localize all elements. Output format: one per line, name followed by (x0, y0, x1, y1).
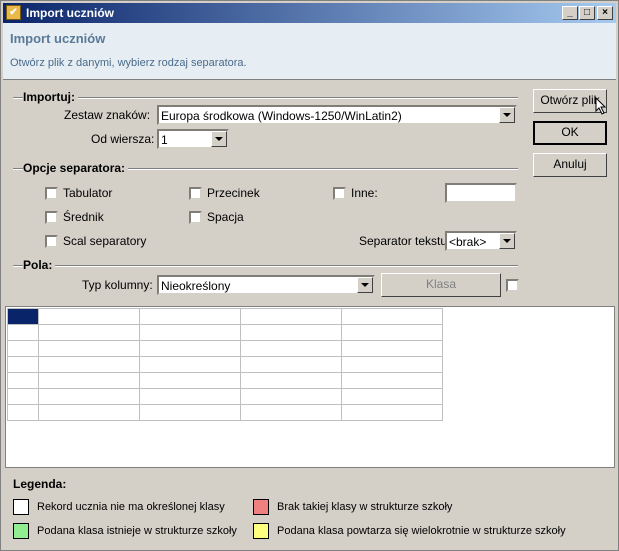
charset-label: Zestaw znaków: (64, 108, 151, 122)
legend-swatch-yellow (253, 523, 269, 539)
close-button[interactable]: × (597, 6, 613, 20)
grid-cell[interactable] (139, 356, 241, 373)
header-subtitle: Otwórz plik z danymi, wybierz rodzaj sep… (10, 57, 247, 69)
from-row-value: 1 (161, 133, 168, 147)
ok-button[interactable]: OK (533, 121, 607, 145)
separators-section-title: Opcje separatora: (23, 161, 129, 175)
grid-cell[interactable] (7, 356, 39, 373)
maximize-button[interactable]: □ (579, 6, 595, 20)
header-title: Import uczniów (10, 31, 106, 46)
column-type-select[interactable]: Nieokreślony (157, 275, 375, 295)
title-bar[interactable]: ✔ Import uczniów _ □ × (3, 3, 616, 23)
tab-label: Tabulator (63, 186, 113, 200)
grid-cell[interactable] (38, 404, 140, 421)
chevron-down-icon[interactable] (211, 131, 227, 147)
app-icon: ✔ (6, 5, 21, 20)
other-checkbox[interactable] (333, 187, 346, 200)
comma-checkbox[interactable] (189, 187, 202, 200)
tab-checkbox[interactable] (45, 187, 58, 200)
minimize-button[interactable]: _ (562, 6, 578, 20)
charset-select[interactable]: Europa środkowa (Windows-1250/WinLatin2) (157, 105, 517, 125)
class-button[interactable]: Klasa (381, 273, 501, 297)
grid-cell[interactable] (7, 372, 39, 389)
other-separator-input[interactable] (445, 183, 517, 203)
merge-separators-label: Scal separatory (63, 234, 147, 248)
grid-cell[interactable] (240, 340, 342, 357)
legend-item: Podana klasa istnieje w strukturze szkoł… (37, 525, 237, 537)
semicolon-checkbox[interactable] (45, 211, 58, 224)
window-title: Import uczniów (26, 6, 114, 20)
grid-cell[interactable] (240, 356, 342, 373)
legend-swatch-red (253, 499, 269, 515)
merge-separators-checkbox[interactable] (45, 235, 58, 248)
other-label: Inne: (351, 186, 378, 200)
fields-divider (13, 265, 518, 267)
legend-title: Legenda: (13, 477, 67, 491)
text-separator-select[interactable]: <brak> (445, 231, 517, 251)
comma-label: Przecinek (207, 186, 260, 200)
chevron-down-icon[interactable] (499, 107, 515, 123)
grid-cell[interactable] (341, 340, 443, 357)
column-type-value: Nieokreślony (161, 279, 231, 293)
legend-item: Rekord ucznia nie ma określonej klasy (37, 501, 225, 513)
grid-cell[interactable] (139, 388, 241, 405)
column-type-label: Typ kolumny: (82, 278, 153, 292)
grid-cell[interactable] (139, 372, 241, 389)
space-checkbox[interactable] (189, 211, 202, 224)
grid-cell[interactable] (38, 324, 140, 341)
from-row-select[interactable]: 1 (157, 129, 229, 149)
header-panel: Import uczniów Otwórz plik z danymi, wyb… (3, 23, 616, 80)
grid-cell[interactable] (7, 404, 39, 421)
from-row-label: Od wiersza: (91, 132, 155, 146)
grid-cell[interactable] (240, 324, 342, 341)
grid-cell[interactable] (139, 308, 241, 325)
text-separator-label: Separator tekstu (359, 234, 448, 248)
grid-cell[interactable] (341, 388, 443, 405)
grid-cell[interactable] (240, 404, 342, 421)
charset-value: Europa środkowa (Windows-1250/WinLatin2) (161, 109, 402, 123)
grid-cell[interactable] (341, 404, 443, 421)
grid-cell[interactable] (341, 372, 443, 389)
space-label: Spacja (207, 210, 244, 224)
grid-cell[interactable] (240, 388, 342, 405)
grid-cell[interactable] (139, 340, 241, 357)
grid-cell[interactable] (341, 356, 443, 373)
legend-swatch-green (13, 523, 29, 539)
grid-cell[interactable] (7, 388, 39, 405)
grid-cell[interactable] (38, 388, 140, 405)
grid-cell[interactable] (341, 308, 443, 325)
semicolon-label: Średnik (63, 210, 104, 224)
chevron-down-icon[interactable] (499, 233, 515, 249)
legend-item: Brak takiej klasy w strukturze szkoły (277, 501, 453, 513)
chevron-down-icon[interactable] (357, 277, 373, 293)
grid-cell[interactable] (7, 324, 39, 341)
grid-cell[interactable] (38, 372, 140, 389)
preview-table[interactable] (7, 308, 443, 421)
legend-item: Podana klasa powtarza się wielokrotnie w… (277, 525, 566, 537)
grid-cell[interactable] (240, 372, 342, 389)
grid-cell[interactable] (7, 340, 39, 357)
class-checkbox[interactable] (506, 279, 519, 292)
importuj-divider (13, 97, 518, 99)
import-dialog: ✔ Import uczniów _ □ × Import uczniów Ot… (0, 0, 619, 551)
importuj-section-title: Importuj: (23, 90, 78, 104)
legend-swatch-white (13, 499, 29, 515)
text-separator-value: <brak> (449, 235, 487, 249)
selected-cell[interactable] (7, 308, 39, 325)
grid-cell[interactable] (38, 308, 140, 325)
data-grid[interactable] (5, 306, 615, 468)
grid-cell[interactable] (139, 404, 241, 421)
grid-cell[interactable] (38, 340, 140, 357)
grid-cell[interactable] (139, 324, 241, 341)
fields-section-title: Pola: (23, 258, 56, 272)
grid-cell[interactable] (38, 356, 140, 373)
grid-cell[interactable] (341, 324, 443, 341)
cancel-button[interactable]: Anuluj (533, 153, 607, 177)
grid-cell[interactable] (240, 308, 342, 325)
mouse-cursor-icon (595, 97, 607, 115)
